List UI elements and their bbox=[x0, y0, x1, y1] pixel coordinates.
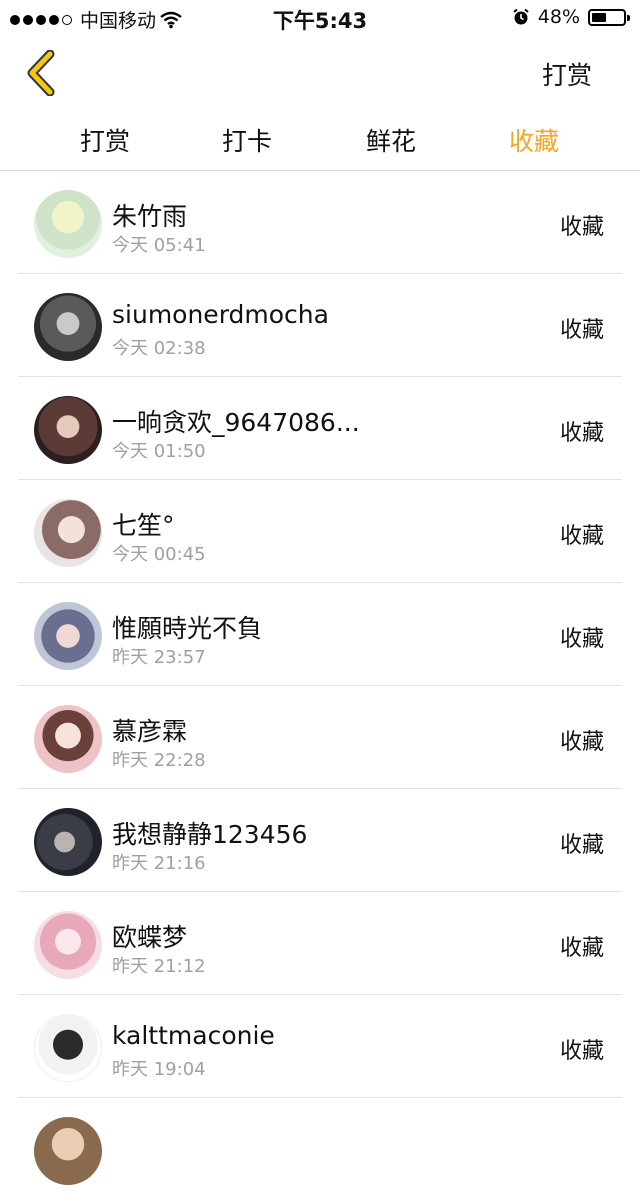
timestamp: 昨天 21:16 bbox=[112, 853, 206, 874]
avatar bbox=[34, 293, 102, 361]
user-name: siumonerdmocha bbox=[112, 300, 329, 329]
favorite-label: 收藏 bbox=[559, 318, 604, 343]
user-name: kalttmaconie bbox=[112, 1021, 275, 1050]
list-item[interactable]: 欧蝶梦 昨天 21:12 收藏 bbox=[18, 892, 622, 995]
battery-percent: 48% bbox=[537, 6, 580, 28]
nav-bar: 打赏 bbox=[0, 36, 640, 108]
user-name: 慕彦霖 bbox=[112, 717, 188, 746]
favorite-label: 收藏 bbox=[559, 524, 604, 549]
timestamp: 今天 05:41 bbox=[112, 235, 206, 256]
user-name: 惟願時光不負 bbox=[112, 614, 263, 643]
user-name: 我想静静123456 bbox=[112, 820, 308, 849]
list-item[interactable]: 惟願時光不負 昨天 23:57 收藏 bbox=[18, 583, 622, 686]
avatar bbox=[34, 705, 102, 773]
favorite-label: 收藏 bbox=[559, 730, 604, 755]
timestamp: 今天 01:50 bbox=[112, 441, 206, 462]
tab-flowers[interactable]: 鲜花 bbox=[366, 122, 416, 158]
favorite-label: 收藏 bbox=[559, 421, 604, 446]
list-item[interactable]: 我想静静123456 昨天 21:16 收藏 bbox=[18, 789, 622, 892]
tab-favorites[interactable]: 收藏 bbox=[509, 122, 559, 158]
timestamp: 昨天 21:12 bbox=[112, 956, 206, 977]
alarm-icon bbox=[512, 8, 530, 26]
favorite-label: 收藏 bbox=[559, 215, 604, 240]
favorite-label: 收藏 bbox=[559, 627, 604, 652]
user-name: 一晌贪欢_9647086... bbox=[112, 408, 360, 437]
tab-bar: 打赏 打卡 鲜花 收藏 bbox=[0, 108, 640, 170]
list-item[interactable]: kalttmaconie 昨天 19:04 收藏 bbox=[18, 995, 622, 1098]
avatar bbox=[34, 602, 102, 670]
list-item[interactable]: 七笙° 今天 00:45 收藏 bbox=[18, 480, 622, 583]
timestamp: 昨天 23:57 bbox=[112, 647, 206, 668]
status-right: 48% bbox=[512, 6, 630, 28]
user-name: 朱竹雨 bbox=[112, 202, 188, 231]
favorites-list: 朱竹雨 今天 05:41 收藏 siumonerdmocha 今天 02:38 … bbox=[0, 171, 640, 1201]
favorite-label: 收藏 bbox=[559, 1039, 604, 1064]
list-item[interactable] bbox=[18, 1098, 622, 1201]
chevron-left-icon bbox=[27, 49, 55, 97]
tab-reward[interactable]: 打赏 bbox=[80, 122, 130, 158]
list-item[interactable]: 朱竹雨 今天 05:41 收藏 bbox=[18, 171, 622, 274]
timestamp: 昨天 22:28 bbox=[112, 750, 206, 771]
list-item[interactable]: 一晌贪欢_9647086... 今天 01:50 收藏 bbox=[18, 377, 622, 480]
avatar bbox=[34, 396, 102, 464]
user-name: 欧蝶梦 bbox=[112, 923, 188, 952]
avatar bbox=[34, 1117, 102, 1185]
list-item[interactable]: siumonerdmocha 今天 02:38 收藏 bbox=[18, 274, 622, 377]
avatar bbox=[34, 911, 102, 979]
favorite-label: 收藏 bbox=[559, 936, 604, 961]
avatar bbox=[34, 499, 102, 567]
reward-button[interactable]: 打赏 bbox=[542, 56, 592, 92]
avatar bbox=[34, 1014, 102, 1082]
timestamp: 今天 00:45 bbox=[112, 544, 206, 565]
list-item[interactable]: 慕彦霖 昨天 22:28 收藏 bbox=[18, 686, 622, 789]
back-button[interactable] bbox=[22, 49, 62, 97]
tab-checkin[interactable]: 打卡 bbox=[222, 122, 272, 158]
status-bar: 中国移动 下午5:43 48% bbox=[0, 0, 640, 36]
timestamp: 今天 02:38 bbox=[112, 338, 206, 359]
timestamp: 昨天 19:04 bbox=[112, 1059, 206, 1080]
battery-icon bbox=[588, 8, 630, 26]
avatar bbox=[34, 190, 102, 258]
avatar bbox=[34, 808, 102, 876]
user-name: 七笙° bbox=[112, 511, 175, 540]
favorite-label: 收藏 bbox=[559, 833, 604, 858]
